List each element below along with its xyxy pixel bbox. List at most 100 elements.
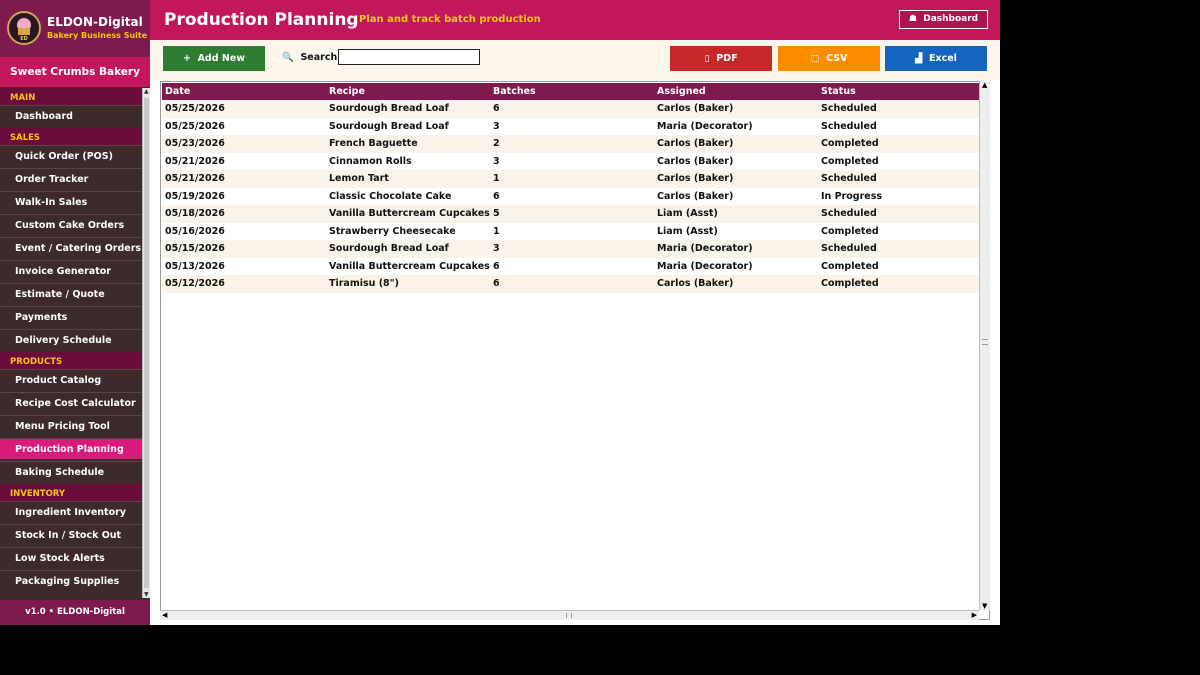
cell-status: Completed <box>821 138 879 149</box>
sidebar-item-product-catalog[interactable]: Product Catalog <box>0 369 142 390</box>
add-new-button[interactable]: + Add New <box>163 46 265 71</box>
sidebar-item-stock-in-stock-out[interactable]: Stock In / Stock Out <box>0 524 142 545</box>
nav-section-label: INVENTORY <box>0 484 142 501</box>
sidebar-item-payments[interactable]: Payments <box>0 306 142 327</box>
cell-date: 05/12/2026 <box>165 278 225 289</box>
sidebar-item-low-stock-alerts[interactable]: Low Stock Alerts <box>0 547 142 568</box>
dashboard-button[interactable]: ☗ Dashboard <box>899 10 988 29</box>
toolbar: + Add New 🔍 Search: ▯ PDF ▢ CSV ▟ Excel <box>150 40 1000 80</box>
sidebar-item-invoice-generator[interactable]: Invoice Generator <box>0 260 142 281</box>
sidebar-item-baking-schedule[interactable]: Baking Schedule <box>0 461 142 482</box>
cell-recipe: French Baguette <box>329 138 418 149</box>
cell-recipe: Sourdough Bread Loaf <box>329 243 449 254</box>
cell-date: 05/21/2026 <box>165 155 225 167</box>
scroll-up-icon[interactable]: ▲ <box>144 88 149 95</box>
version-label: v1.0 • ELDON-Digital <box>0 600 150 625</box>
table-row[interactable]: 05/18/2026 Vanilla Buttercream Cupcakes 5 L… <box>162 205 980 223</box>
sidebar-item-recipe-cost-calculator[interactable]: Recipe Cost Calculator <box>0 392 142 413</box>
sidebar-item-dashboard[interactable]: Dashboard <box>0 105 142 126</box>
cell-date: 05/15/2026 <box>165 243 225 254</box>
cell-status: Scheduled <box>821 120 877 132</box>
scroll-down-icon[interactable]: ▼ <box>982 602 987 610</box>
home-icon: ☗ <box>908 14 917 24</box>
sidebar-item-custom-cake-orders[interactable]: Custom Cake Orders <box>0 214 142 235</box>
scroll-grip[interactable] <box>982 339 988 345</box>
column-header-date[interactable]: Date <box>165 83 190 100</box>
cell-date: 05/25/2026 <box>165 103 225 114</box>
cell-status: Scheduled <box>821 208 877 219</box>
export-pdf-button[interactable]: ▯ PDF <box>670 46 772 71</box>
sidebar-item-walk-in-sales[interactable]: Walk-In Sales <box>0 191 142 212</box>
table-row[interactable]: 05/19/2026 Classic Chocolate Cake 6 Carlos … <box>162 187 980 205</box>
cell-status: Scheduled <box>821 173 877 184</box>
cell-status: Completed <box>821 260 879 272</box>
table-grid: Date Recipe Batches Assigned Status 05/2… <box>162 83 980 293</box>
cell-batches: 6 <box>493 260 500 272</box>
table-row[interactable]: 05/13/2026 Vanilla Buttercream Cupcakes 6 M… <box>162 257 980 275</box>
chart-icon: ▟ <box>915 53 923 64</box>
cell-batches: 6 <box>493 190 500 202</box>
scroll-up-icon[interactable]: ▲ <box>982 81 987 89</box>
sidebar-item-order-tracker[interactable]: Order Tracker <box>0 168 142 189</box>
cell-assigned: Carlos (Baker) <box>657 103 734 114</box>
cell-recipe: Sourdough Bread Loaf <box>329 103 449 114</box>
cell-batches: 6 <box>493 278 500 289</box>
table-row[interactable]: 05/25/2026 Sourdough Bread Loaf 6 Carlos (B… <box>162 100 980 118</box>
cell-assigned: Maria (Decorator) <box>657 260 753 272</box>
table-row[interactable]: 05/21/2026 Lemon Tart 1 Carlos (Baker) Sched… <box>162 170 980 188</box>
table-row[interactable]: 05/21/2026 Cinnamon Rolls 3 Carlos (Baker) C… <box>162 152 980 170</box>
export-csv-button[interactable]: ▢ CSV <box>778 46 880 71</box>
sidebar-item-event-catering-orders[interactable]: Event / Catering Orders <box>0 237 142 258</box>
scroll-right-icon[interactable]: ▶ <box>972 611 977 619</box>
cell-batches: 6 <box>493 103 500 114</box>
cell-assigned: Liam (Asst) <box>657 225 718 237</box>
table-row[interactable]: 05/16/2026 Strawberry Cheesecake 1 Liam (As… <box>162 222 980 240</box>
column-header-batches[interactable]: Batches <box>493 83 536 100</box>
file-icon: ▢ <box>810 53 820 64</box>
cell-status: Scheduled <box>821 243 877 254</box>
cell-batches: 1 <box>493 173 500 184</box>
column-header-assigned[interactable]: Assigned <box>657 83 706 100</box>
cell-assigned: Maria (Decorator) <box>657 120 753 132</box>
cell-assigned: Carlos (Baker) <box>657 138 734 149</box>
cell-date: 05/25/2026 <box>165 120 225 132</box>
cell-recipe: Lemon Tart <box>329 173 389 184</box>
brand-name: ELDON-Digital <box>47 15 143 29</box>
sidebar-scrollbar[interactable]: ▲ ▼ <box>142 88 150 598</box>
nav-section-label: MAIN <box>0 88 142 105</box>
scroll-thumb[interactable] <box>144 98 149 588</box>
nav-section-label: PRODUCTS <box>0 352 142 369</box>
page-subtitle: Plan and track batch production <box>359 14 541 25</box>
business-name: Sweet Crumbs Bakery <box>0 57 150 87</box>
cell-recipe: Vanilla Buttercream Cupcakes <box>329 208 490 219</box>
sidebar-item-packaging-supplies[interactable]: Packaging Supplies <box>0 570 142 591</box>
sidebar-item-production-planning[interactable]: Production Planning <box>0 438 142 459</box>
plus-icon: + <box>182 53 191 64</box>
sidebar-item-ingredient-inventory[interactable]: Ingredient Inventory <box>0 501 142 522</box>
table-row[interactable]: 05/15/2026 Sourdough Bread Loaf 3 Maria (De… <box>162 240 980 258</box>
cell-assigned: Liam (Asst) <box>657 208 718 219</box>
scroll-left-icon[interactable]: ◀ <box>162 611 167 619</box>
page-title: Production Planning <box>164 10 359 30</box>
page-header: Production Planning Plan and track batch… <box>150 0 1000 40</box>
cell-assigned: Maria (Decorator) <box>657 243 753 254</box>
export-excel-button[interactable]: ▟ Excel <box>885 46 987 71</box>
scroll-grip[interactable] <box>566 613 572 618</box>
search-input[interactable] <box>338 49 480 65</box>
table-row[interactable]: 05/23/2026 French Baguette 2 Carlos (Baker)… <box>162 135 980 153</box>
sidebar-item-quick-order-pos[interactable]: Quick Order (POS) <box>0 145 142 166</box>
column-header-status[interactable]: Status <box>821 83 856 100</box>
table-row[interactable]: 05/12/2026 Tiramisu (8") 6 Carlos (Baker) Co… <box>162 275 980 293</box>
cell-date: 05/18/2026 <box>165 208 225 219</box>
column-header-recipe[interactable]: Recipe <box>329 83 365 100</box>
cell-batches: 5 <box>493 208 500 219</box>
scroll-down-icon[interactable]: ▼ <box>144 591 149 598</box>
sidebar-item-menu-pricing-tool[interactable]: Menu Pricing Tool <box>0 415 142 436</box>
table-vertical-scrollbar[interactable]: ▲ ▼ <box>979 81 990 610</box>
cupcake-logo-icon: ED <box>7 11 41 45</box>
table-horizontal-scrollbar[interactable]: ◀ ▶ <box>160 610 979 620</box>
table-row[interactable]: 05/25/2026 Sourdough Bread Loaf 3 Maria (De… <box>162 117 980 135</box>
sidebar-item-estimate-quote[interactable]: Estimate / Quote <box>0 283 142 304</box>
cell-status: In Progress <box>821 190 883 202</box>
sidebar-item-delivery-schedule[interactable]: Delivery Schedule <box>0 329 142 350</box>
